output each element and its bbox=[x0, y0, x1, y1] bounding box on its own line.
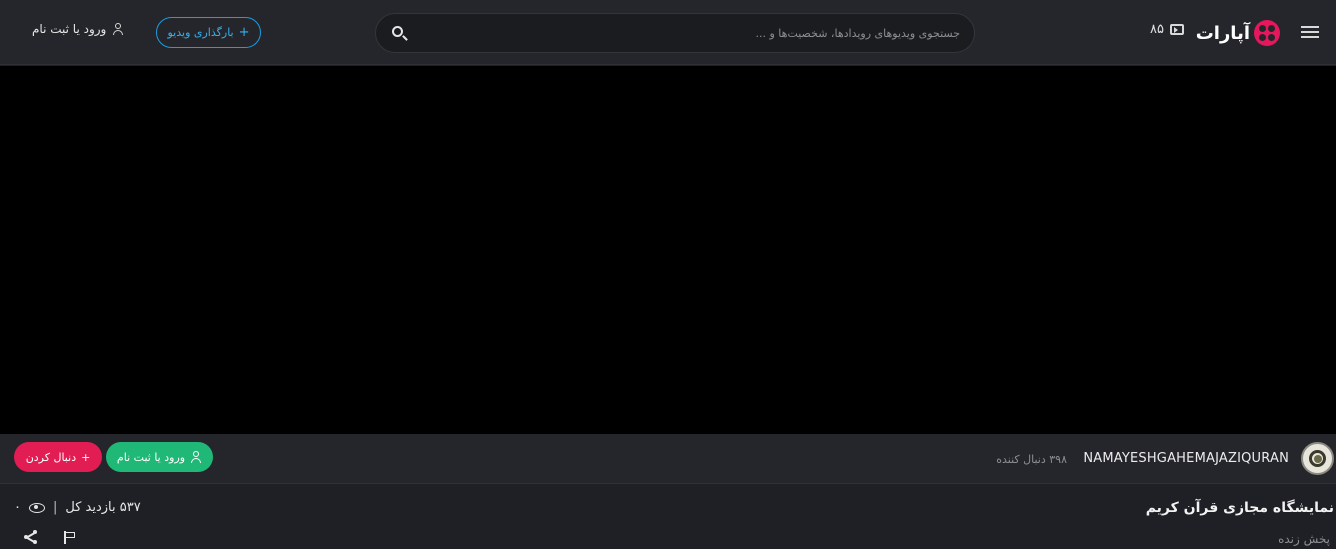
search-icon[interactable] bbox=[390, 24, 410, 44]
share-icon[interactable] bbox=[24, 530, 38, 544]
report-flag-icon[interactable] bbox=[64, 531, 76, 544]
search-box bbox=[375, 13, 975, 53]
live-label: پخش زنده bbox=[1278, 532, 1330, 546]
channel-avatar[interactable] bbox=[1301, 442, 1334, 475]
live-viewers: ۰ bbox=[14, 500, 21, 515]
follower-count: ۳۹۸ دنبال کننده bbox=[996, 453, 1067, 466]
view-stats: ۵۳۷ بازدید کل | ۰ bbox=[14, 500, 141, 515]
follow-button[interactable]: + دنبال کردن bbox=[14, 442, 102, 472]
login-register-button[interactable]: ورود یا ثبت نام bbox=[106, 442, 213, 472]
plus-icon: + bbox=[238, 25, 250, 40]
video-title: نمایشگاه مجازی قرآن کریم bbox=[1145, 500, 1334, 516]
upload-video-button[interactable]: + بارگذاری ویدیو bbox=[156, 17, 261, 48]
credit-counter[interactable]: ۸۵ bbox=[1150, 22, 1184, 37]
user-plus-icon bbox=[190, 451, 202, 463]
user-icon bbox=[112, 23, 124, 35]
channel-name[interactable]: NAMAYESHGAHEMAJAZIQURAN bbox=[1083, 451, 1289, 466]
video-player[interactable] bbox=[0, 66, 1336, 434]
eye-icon bbox=[28, 502, 45, 513]
login-label: ورود یا ثبت نام bbox=[32, 22, 107, 36]
upload-label: بارگذاری ویدیو bbox=[167, 26, 234, 39]
login-register-link[interactable]: ورود یا ثبت نام bbox=[32, 22, 124, 36]
top-navbar: آپارات ۸۵ + بارگذاری ویدیو ورود یا ثبت ن… bbox=[0, 0, 1336, 65]
credit-value: ۸۵ bbox=[1150, 22, 1164, 37]
logo-reel-icon bbox=[1254, 20, 1280, 46]
follow-label: دنبال کردن bbox=[25, 450, 77, 464]
logo-text: آپارات bbox=[1195, 22, 1250, 44]
hamburger-menu-icon[interactable] bbox=[1298, 20, 1322, 44]
login-button-label: ورود یا ثبت نام bbox=[116, 450, 186, 464]
search-input[interactable] bbox=[440, 22, 960, 44]
aparat-logo[interactable]: آپارات bbox=[1196, 17, 1280, 49]
video-credit-icon bbox=[1170, 24, 1184, 35]
total-views: ۵۳۷ بازدید کل bbox=[65, 500, 141, 515]
plus-icon: + bbox=[81, 450, 91, 464]
stats-separator: | bbox=[52, 500, 58, 515]
